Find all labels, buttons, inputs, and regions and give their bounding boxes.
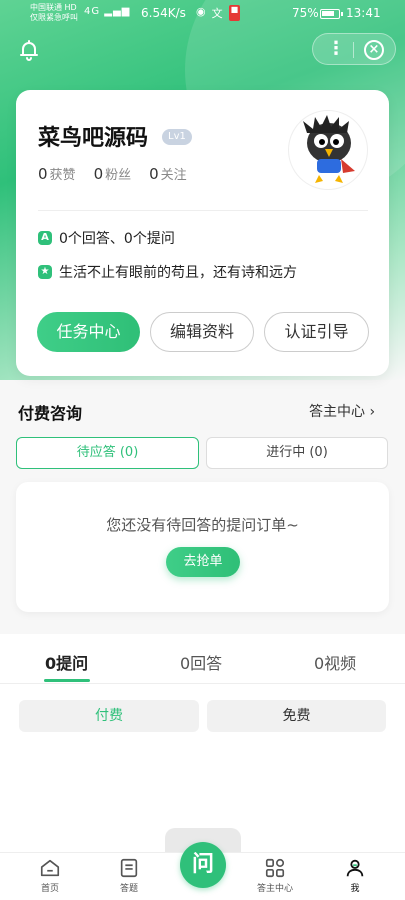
nav-me[interactable]: 我 [325, 857, 385, 894]
profile-actions: 任务中心 编辑资料 认证引导 [37, 312, 369, 352]
profile-divider [38, 210, 368, 211]
empty-orders-card: 您还没有待回答的提问订单~ 去抢单 [16, 482, 389, 612]
document-icon [120, 858, 138, 878]
active-tab-indicator [44, 679, 90, 682]
avatar[interactable] [288, 110, 368, 190]
stat-following[interactable]: 0 关注 [149, 164, 187, 183]
tab-questions[interactable]: 0提问 [45, 650, 88, 674]
profile-stats: 0 获赞 0 粉丝 0 关注 [38, 164, 187, 183]
signature-row: ★ 生活不止有眼前的苟且，还有诗和远方 [38, 262, 297, 282]
host-center-link[interactable]: 答主中心 › [309, 401, 375, 421]
notification-icon: ◉ [196, 5, 206, 18]
bell-icon[interactable] [17, 38, 41, 62]
content-tabs: 0提问 0回答 0视频 [0, 634, 405, 684]
filter-paid[interactable]: 付费 [19, 700, 199, 732]
qa-summary-row: A 0个回答、0个提问 [38, 228, 175, 248]
clock: 13:41 [346, 6, 381, 20]
miniapp-capsule: ⋮ × [312, 33, 396, 65]
nav-answer[interactable]: 答题 [99, 857, 159, 894]
level-badge: Lv1 [162, 129, 192, 145]
status-icons: ◉ 文 ■ [196, 5, 241, 21]
cert-guide-button[interactable]: 认证引导 [264, 312, 369, 352]
ask-question-button[interactable]: 问 [180, 842, 226, 888]
home-icon [40, 859, 60, 877]
tab-pending[interactable]: 待应答 (0) [16, 437, 199, 469]
empty-orders-text: 您还没有待回答的提问订单~ [106, 516, 299, 534]
content-section: 0提问 0回答 0视频 付费 免费 [0, 634, 405, 854]
task-center-button[interactable]: 任务中心 [37, 312, 140, 352]
app-badge-icon: ■ [228, 5, 241, 21]
close-circle-icon[interactable]: × [364, 40, 384, 60]
battery-percent: 75% [292, 6, 319, 20]
net-speed: 6.54K/s [141, 6, 186, 20]
tab-answers[interactable]: 0回答 [180, 650, 222, 674]
filter-free[interactable]: 免费 [207, 700, 386, 732]
chevron-right-icon: › [369, 404, 376, 420]
app-icon: 文 [211, 7, 223, 20]
carrier-info: 中国联通 HD 仅限紧急呼叫 [30, 3, 78, 22]
grid-icon [265, 858, 285, 878]
grab-order-button[interactable]: 去抢单 [166, 547, 240, 577]
signal-indicator: 4G ▂▄▆ [84, 6, 131, 17]
answer-badge-icon: A [38, 231, 52, 245]
stat-fans[interactable]: 0 粉丝 [94, 164, 132, 183]
nav-host-center[interactable]: 答主中心 [245, 857, 305, 894]
tab-in-progress[interactable]: 进行中 (0) [206, 437, 388, 469]
tab-videos[interactable]: 0视频 [314, 650, 356, 674]
edit-profile-button[interactable]: 编辑资料 [150, 312, 254, 352]
status-bar: 中国联通 HD 仅限紧急呼叫 4G ▂▄▆ 6.54K/s ◉ 文 ■ 75% … [0, 0, 405, 28]
stat-likes[interactable]: 0 获赞 [38, 164, 76, 183]
paid-consult-title: 付费咨询 [18, 404, 83, 423]
more-vertical-icon[interactable]: ⋮ [327, 38, 345, 59]
user-icon [346, 859, 364, 877]
nav-home[interactable]: 首页 [20, 857, 80, 894]
profile-name: 菜鸟吧源码 [38, 126, 149, 151]
star-badge-icon: ★ [38, 265, 52, 279]
profile-card: 菜鸟吧源码 Lv1 0 获赞 0 粉丝 0 关注 A 0个回答、0个提问 ★ 生活不止… [16, 90, 389, 376]
battery-icon [320, 9, 343, 19]
capsule-divider [353, 42, 354, 58]
